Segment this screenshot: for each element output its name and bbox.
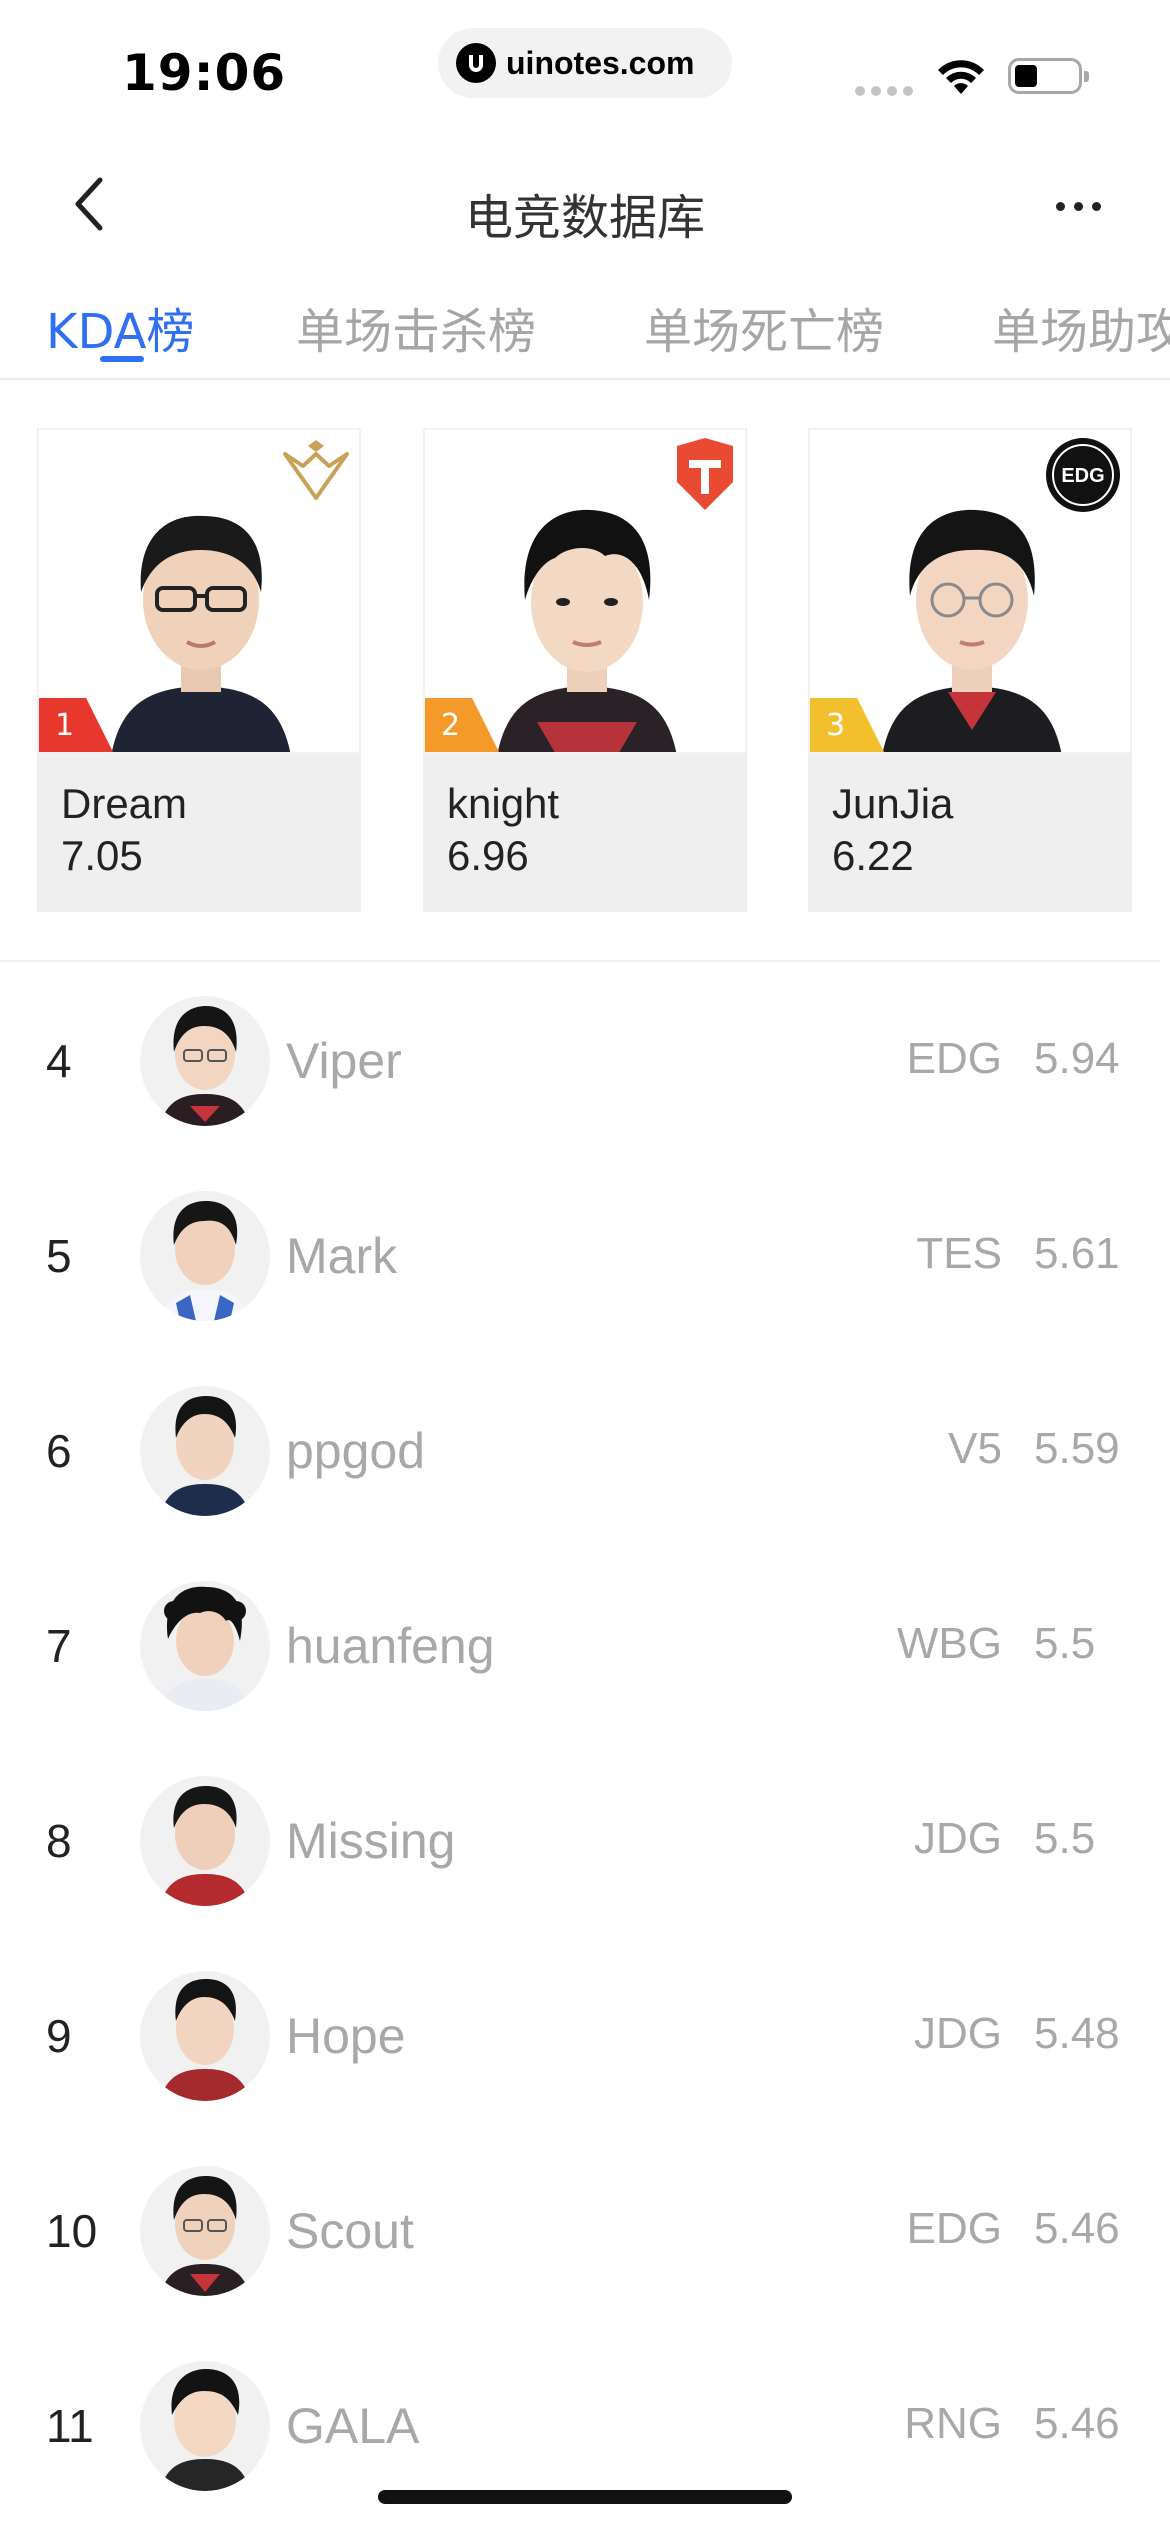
rank-number: 4: [46, 1035, 72, 1087]
avatar: [140, 1581, 270, 1711]
rank-number: 11: [46, 2400, 94, 2452]
player-photo: 2: [423, 428, 747, 754]
player-name: Scout: [286, 2203, 414, 2259]
list-item[interactable]: 10 Scout EDG 5.46: [0, 2132, 1170, 2327]
url-pill[interactable]: uinotes.com: [438, 28, 732, 98]
avatar: [140, 996, 270, 1126]
kda-score: 5.61: [1034, 1229, 1120, 1278]
player-name: huanfeng: [286, 1618, 495, 1674]
kda-score: 5.48: [1034, 2009, 1120, 2058]
rank-flag: 2: [425, 698, 501, 752]
edg-logo-icon: EDG: [1044, 436, 1122, 518]
list-item[interactable]: 6 ppgod V5 5.59: [0, 1352, 1170, 1547]
home-indicator[interactable]: [378, 2490, 792, 2504]
nav-bar: 电竞数据库: [0, 140, 1170, 272]
rank-flag: 1: [39, 698, 115, 752]
svg-text:EDG: EDG: [1061, 465, 1104, 487]
red-shield-logo-icon: [673, 436, 737, 516]
tab-kda[interactable]: KDA榜: [46, 292, 194, 362]
status-time: 19:06: [122, 44, 287, 102]
wifi-icon: [935, 56, 987, 100]
top-three: 1 Dream 7.05 2 knight 6.96 EDG 3 JunJia …: [0, 428, 1170, 914]
kda-score: 5.5: [1034, 1814, 1096, 1863]
avatar: [140, 1776, 270, 1906]
team-name: EDG: [906, 2204, 1002, 2253]
kda-score: 5.94: [1034, 1034, 1120, 1083]
tab-single-game-deaths[interactable]: 单场死亡榜: [644, 292, 884, 362]
list-item[interactable]: 7 huanfeng WBG 5.5: [0, 1547, 1170, 1742]
top-player-card[interactable]: 1 Dream 7.05: [37, 428, 361, 912]
tab-single-game-kills[interactable]: 单场击杀榜: [296, 292, 536, 362]
list-item[interactable]: 9 Hope JDG 5.48: [0, 1937, 1170, 2132]
team-name: EDG: [906, 1034, 1002, 1083]
avatar: [140, 1386, 270, 1516]
player-name: Missing: [286, 1813, 456, 1869]
site-logo-icon: [456, 43, 496, 83]
active-tab-indicator: [100, 356, 144, 362]
list-item[interactable]: 5 Mark TES 5.61: [0, 1157, 1170, 1352]
rank-flag: 3: [810, 698, 886, 752]
team-name: RNG: [904, 2399, 1002, 2448]
rank-number: 7: [46, 1620, 72, 1672]
more-options-icon[interactable]: [1040, 180, 1116, 232]
kda-score: 5.46: [1034, 2204, 1120, 2253]
player-photo: 1: [37, 428, 361, 754]
rank-number: 9: [46, 2010, 72, 2062]
kda-score: 5.46: [1034, 2399, 1120, 2448]
kda-score: 5.5: [1034, 1619, 1096, 1668]
tab-single-game-assists[interactable]: 单场助攻: [992, 292, 1170, 362]
battery-icon: [1008, 58, 1089, 94]
team-name: V5: [948, 1424, 1002, 1473]
kda-score: 6.96: [447, 832, 529, 879]
player-name: Hope: [286, 2008, 406, 2064]
kda-score: 6.22: [832, 832, 914, 879]
top-player-card[interactable]: 2 knight 6.96: [423, 428, 747, 912]
avatar: [140, 1191, 270, 1321]
team-name: JDG: [914, 2009, 1002, 2058]
list-item[interactable]: 8 Missing JDG 5.5: [0, 1742, 1170, 1937]
top-player-card[interactable]: EDG 3 JunJia 6.22: [808, 428, 1132, 912]
avatar: [140, 2166, 270, 2296]
rank-number: 8: [46, 1815, 72, 1867]
team-name: JDG: [914, 1814, 1002, 1863]
url-text: uinotes.com: [506, 44, 695, 81]
rank-number: 5: [46, 1230, 72, 1282]
list-item[interactable]: 4 Viper EDG 5.94: [0, 962, 1170, 1157]
rank-number: 10: [46, 2205, 98, 2257]
player-name: ppgod: [286, 1423, 426, 1479]
player-name: Mark: [286, 1228, 398, 1284]
player-name: GALA: [286, 2398, 420, 2454]
player-name: JunJia: [832, 780, 954, 827]
page-title: 电竞数据库: [464, 190, 705, 246]
avatar: [140, 2361, 270, 2491]
player-photo: EDG 3: [808, 428, 1132, 754]
team-name: WBG: [896, 1619, 1002, 1668]
rank-number: 6: [46, 1425, 72, 1477]
tab-bar: KDA榜 单场击杀榜 单场死亡榜 单场助攻: [0, 272, 1170, 380]
team-name: TES: [916, 1229, 1002, 1278]
player-name: knight: [447, 780, 560, 827]
avatar: [140, 1971, 270, 2101]
player-name: Viper: [286, 1033, 402, 1089]
status-bar: 19:06 uinotes.com: [0, 0, 1170, 140]
player-name: Dream: [61, 780, 188, 827]
kda-score: 7.05: [61, 832, 143, 879]
cellular-signal-icon: [855, 86, 913, 96]
golden-wings-logo-icon: [281, 436, 351, 510]
kda-score: 5.59: [1034, 1424, 1120, 1473]
